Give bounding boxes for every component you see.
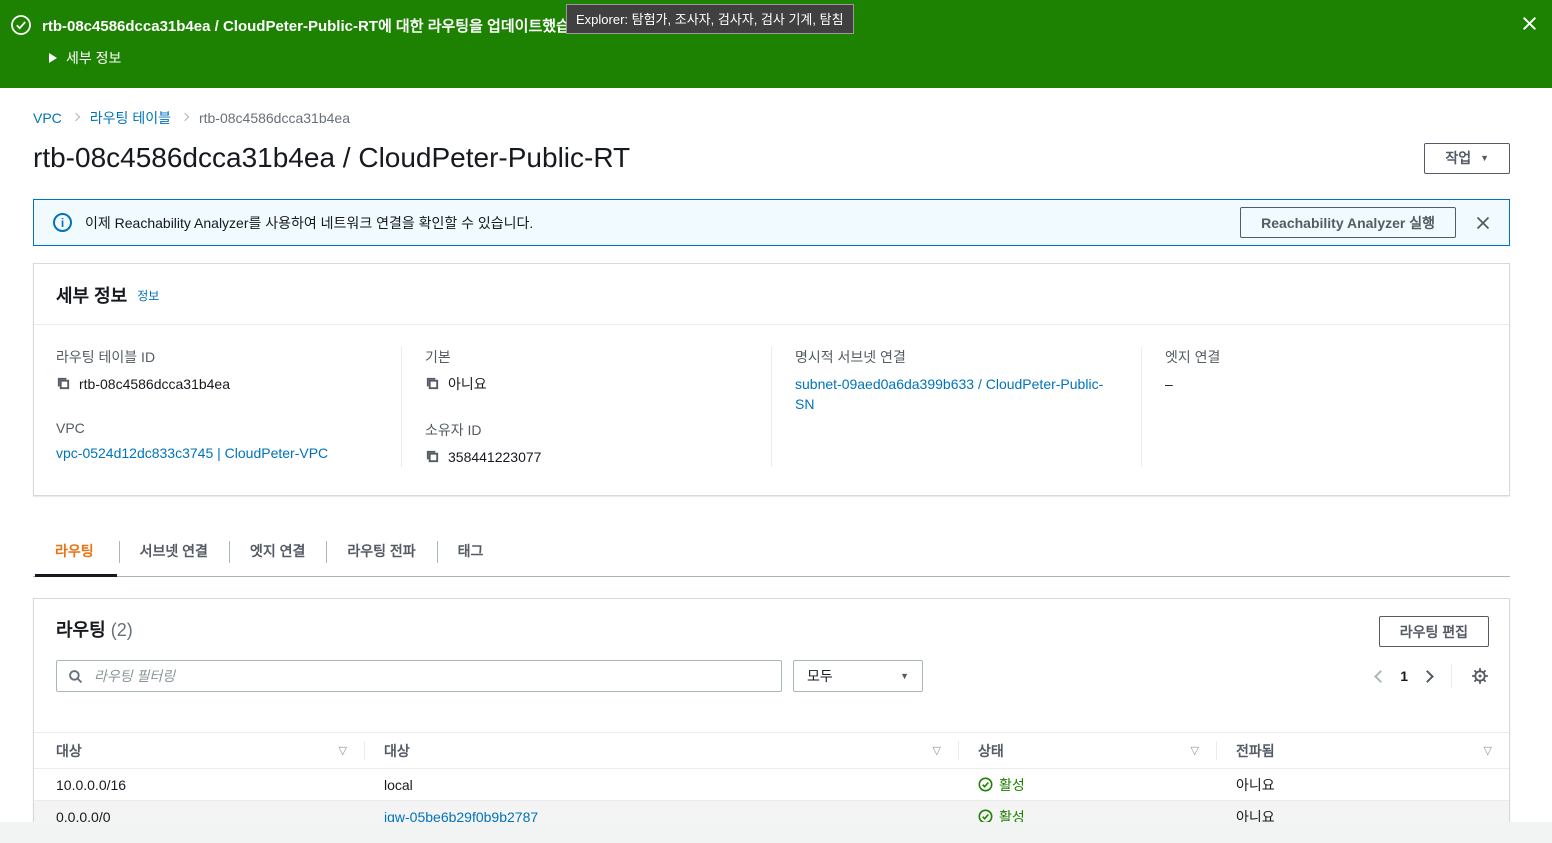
igw-target-link[interactable]: igw-05be6b29f0b9b2787 [384,809,538,823]
route-row-igw: 0.0.0.0/0 igw-05be6b29f0b9b2787 활성 아니요 [34,801,1509,822]
filter-caret-icon[interactable]: ▽ [1484,744,1492,757]
search-icon [68,669,83,684]
tab-bar: 라우팅 서브넷 연결 엣지 연결 라우팅 전파 태그 [33,531,1510,577]
tab-subnet-associations[interactable]: 서브넷 연결 [119,531,229,576]
page-prev-icon[interactable] [1374,670,1387,683]
copy-icon[interactable] [56,376,71,391]
status-badge: 활성 [978,775,1199,795]
field-label: 엣지 연결 [1165,347,1485,367]
routes-scope-dropdown[interactable]: 모두 ▼ [793,660,923,692]
tab-route-propagation[interactable]: 라우팅 전파 [326,531,436,576]
details-info-link[interactable]: 정보 [137,289,159,303]
pagination: 1 [1376,664,1489,688]
route-destination: 0.0.0.0/0 [34,809,364,823]
route-destination: 10.0.0.0/16 [34,777,364,793]
vpc-link[interactable]: vpc-0524d12dc833c3745 | CloudPeter-VPC [56,443,328,463]
copy-icon[interactable] [425,449,440,464]
details-column-1: 라우팅 테이블 ID rtb-08c4586dcca31b4ea VPC vpc… [34,347,401,467]
info-icon: i [53,213,72,232]
dropdown-caret-icon: ▼ [1480,154,1489,163]
reachability-info-banner: i 이제 Reachability Analyzer를 사용하여 네트워크 연결… [33,199,1510,246]
page-next-icon[interactable] [1421,670,1434,683]
page-number: 1 [1400,668,1408,684]
details-panel-header: 세부 정보 정보 [34,264,1509,325]
tab-edge-associations[interactable]: 엣지 연결 [229,531,326,576]
field-label: 명시적 서브넷 연결 [795,347,1117,367]
route-propagated: 아니요 [1216,775,1509,795]
breadcrumb-chevron-icon [72,113,80,121]
routes-count: (2) [111,620,133,640]
breadcrumb-item-current: rtb-08c4586dcca31b4ea [199,110,350,126]
flash-details-label: 세부 정보 [66,48,121,68]
breadcrumb: VPC 라우팅 테이블 rtb-08c4586dcca31b4ea [0,88,1552,128]
status-text: 활성 [999,807,1025,823]
details-column-3: 명시적 서브넷 연결 subnet-09aed0a6da399b633 / Cl… [771,347,1141,467]
tab-routes[interactable]: 라우팅 [33,531,119,576]
subnet-association-link[interactable]: subnet-09aed0a6da399b633 / CloudPeter-Pu… [795,374,1117,414]
route-target: local [364,777,958,793]
field-label: 라우팅 테이블 ID [56,347,377,367]
owner-id-value: 358441223077 [448,447,541,467]
edit-routes-button[interactable]: 라우팅 편집 [1379,616,1489,647]
main-route-table-value: 아니요 [448,374,487,394]
details-column-4: 엣지 연결 – [1141,347,1509,467]
expand-triangle-icon [49,53,57,63]
title-row: rtb-08c4586dcca31b4ea / CloudPeter-Publi… [0,128,1552,174]
filter-caret-icon[interactable]: ▽ [933,744,941,757]
routes-filter-box [56,660,782,692]
actions-button-label: 작업 [1445,148,1471,168]
field-label: 기본 [425,347,747,367]
column-header-destination[interactable]: 대상 ▽ [34,733,364,768]
routes-title: 라우팅 [56,620,106,640]
details-column-2: 기본 아니요 소유자 ID 358441223077 [401,347,771,467]
route-propagated: 아니요 [1216,807,1509,823]
pager-divider [1451,664,1452,688]
field-label: 소유자 ID [425,420,747,440]
routes-panel-header: 라우팅 (2) 라우팅 편집 [34,599,1509,647]
route-row-local: 10.0.0.0/16 local 활성 아니요 [34,769,1509,801]
edge-association-value: – [1165,374,1173,394]
routes-panel: 라우팅 (2) 라우팅 편집 모두 ▼ 1 [33,598,1510,822]
explorer-tooltip: Explorer: 탐험가, 조사자, 검사자, 검사 기계, 탐침 [566,4,854,34]
route-table-id-value: rtb-08c4586dcca31b4ea [79,374,230,394]
actions-button[interactable]: 작업 ▼ [1424,143,1510,174]
details-grid: 라우팅 테이블 ID rtb-08c4586dcca31b4ea VPC vpc… [34,325,1509,495]
column-header-propagated[interactable]: 전파됨 ▽ [1216,733,1509,768]
copy-icon[interactable] [425,376,440,391]
status-text: 활성 [999,775,1025,795]
column-header-status[interactable]: 상태 ▽ [958,733,1216,768]
routes-table-header: 대상 ▽ 대상 ▽ 상태 ▽ 전파됨 ▽ [34,732,1509,769]
run-reachability-analyzer-button[interactable]: Reachability Analyzer 실행 [1240,207,1456,238]
filter-caret-icon[interactable]: ▽ [339,744,347,757]
tab-tags[interactable]: 태그 [437,531,505,576]
flash-message: rtb-08c4586dcca31b4ea / CloudPeter-Publi… [42,15,602,36]
breadcrumb-chevron-icon [181,113,189,121]
details-panel: 세부 정보 정보 라우팅 테이블 ID rtb-08c4586dcca31b4ea… [33,263,1510,496]
field-label: VPC [56,420,377,436]
success-check-icon [10,14,32,36]
flashbar-details-toggle[interactable]: 세부 정보 [49,48,1536,68]
filter-caret-icon[interactable]: ▽ [1191,744,1199,757]
info-banner-message: 이제 Reachability Analyzer를 사용하여 네트워크 연결을 … [85,213,1227,233]
page-title: rtb-08c4586dcca31b4ea / CloudPeter-Publi… [33,142,630,174]
details-panel-title: 세부 정보 [56,286,127,306]
flashbar-close-icon[interactable] [1521,15,1538,32]
routes-scope-value: 모두 [807,666,833,686]
status-badge: 활성 [978,807,1199,823]
column-header-target[interactable]: 대상 ▽ [364,733,958,768]
routes-filter-row: 모두 ▼ 1 [34,647,1509,732]
routes-filter-input[interactable] [92,667,770,685]
dropdown-caret-icon: ▼ [900,671,909,681]
gear-icon[interactable] [1471,667,1489,685]
breadcrumb-item-route-tables[interactable]: 라우팅 테이블 [90,108,171,128]
breadcrumb-item-vpc[interactable]: VPC [33,110,62,126]
vpc-route-table-page: rtb-08c4586dcca31b4ea / CloudPeter-Publi… [0,0,1552,822]
info-banner-close-icon[interactable] [1473,213,1493,233]
success-flashbar: rtb-08c4586dcca31b4ea / CloudPeter-Publi… [0,0,1552,88]
